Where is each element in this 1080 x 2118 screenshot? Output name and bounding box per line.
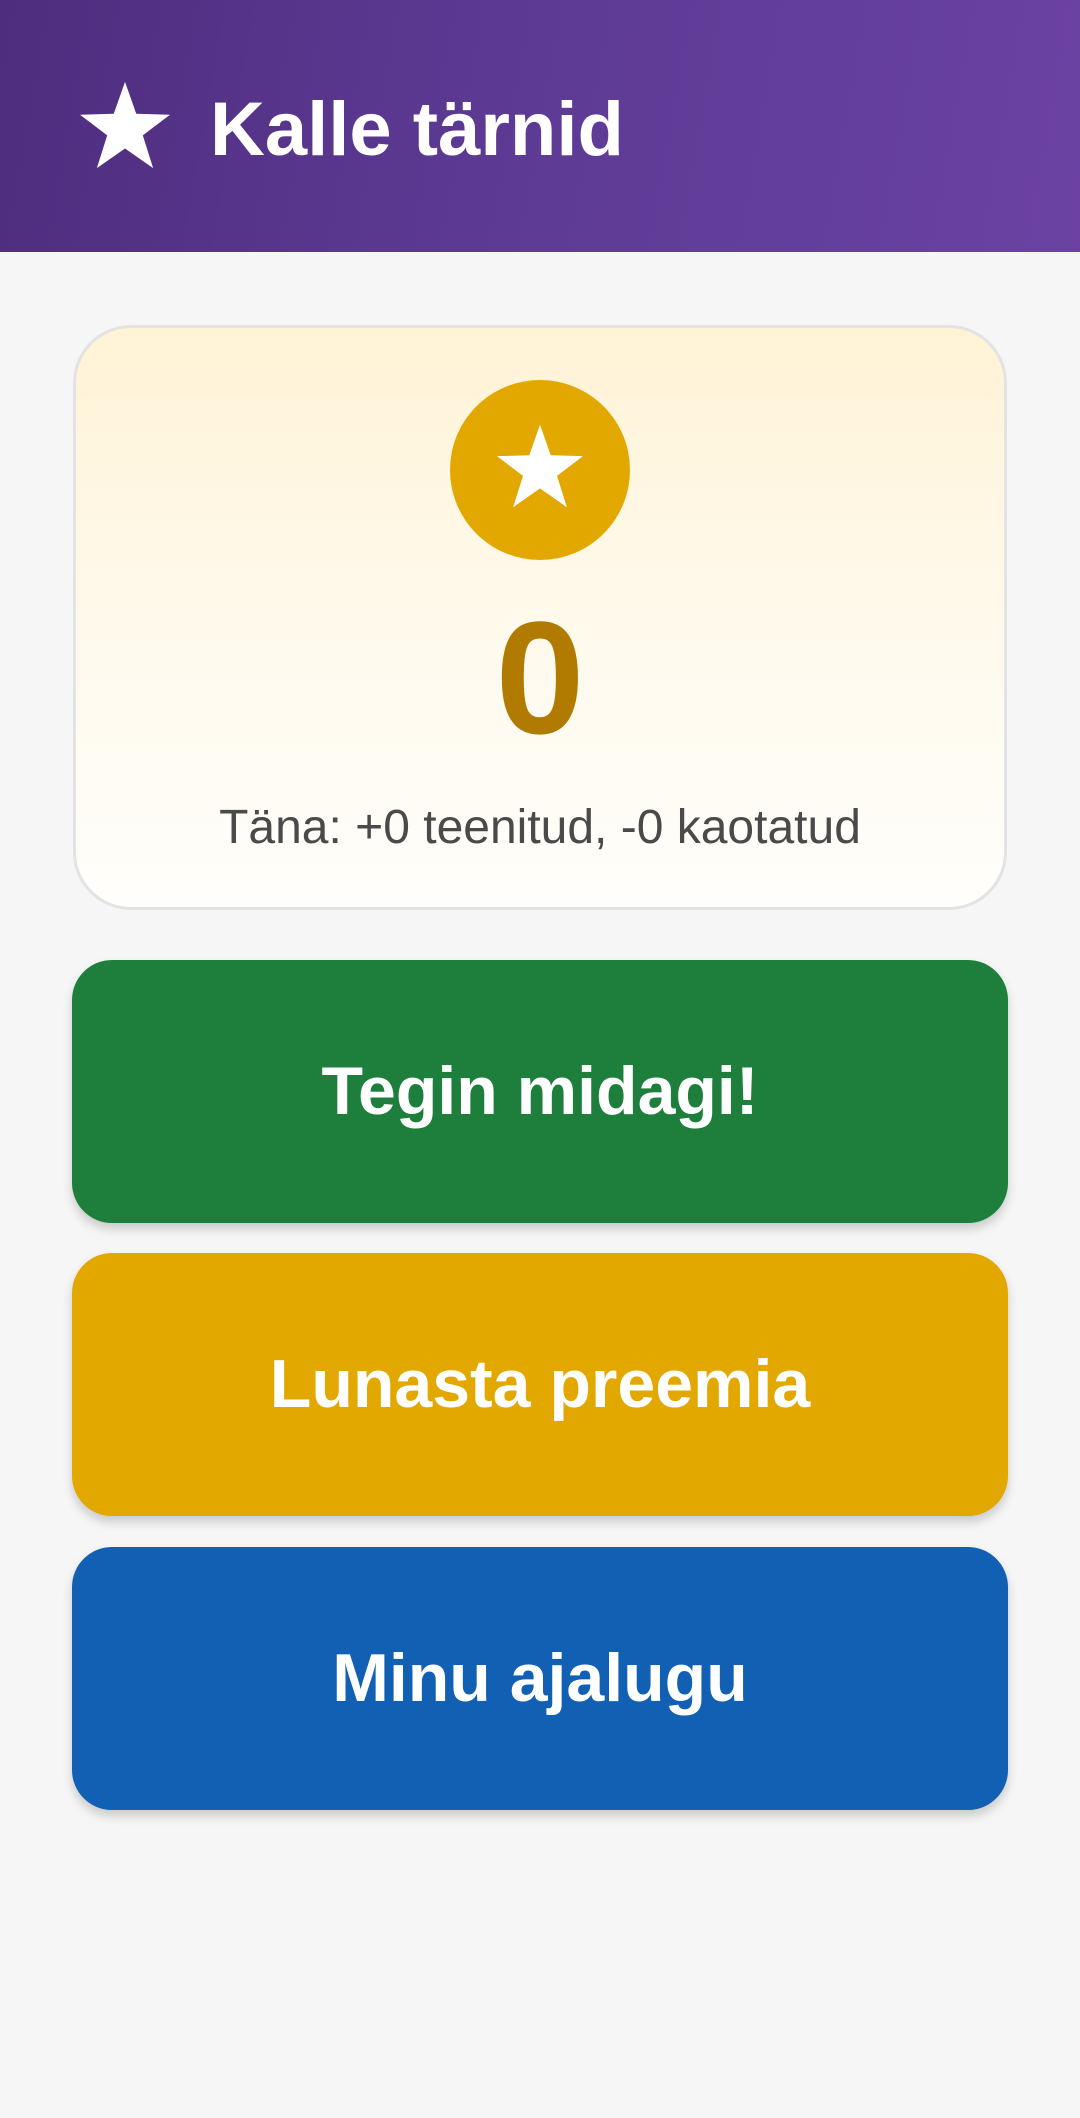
star-balance-card: 0 Täna: +0 teenitud, -0 kaotatud	[73, 325, 1007, 910]
star-coin	[450, 380, 630, 560]
today-summary: Täna: +0 teenitud, -0 kaotatud	[219, 801, 861, 854]
page-title: Kalle tärnid	[210, 87, 624, 172]
did-something-button[interactable]: Tegin midagi!	[72, 960, 1008, 1223]
star-icon	[78, 80, 172, 170]
my-history-button[interactable]: Minu ajalugu	[72, 1547, 1008, 1810]
redeem-reward-button[interactable]: Lunasta preemia	[72, 1253, 1008, 1516]
star-icon	[497, 424, 583, 508]
star-count: 0	[495, 588, 585, 767]
app-bar: Kalle tärnid	[0, 0, 1080, 252]
